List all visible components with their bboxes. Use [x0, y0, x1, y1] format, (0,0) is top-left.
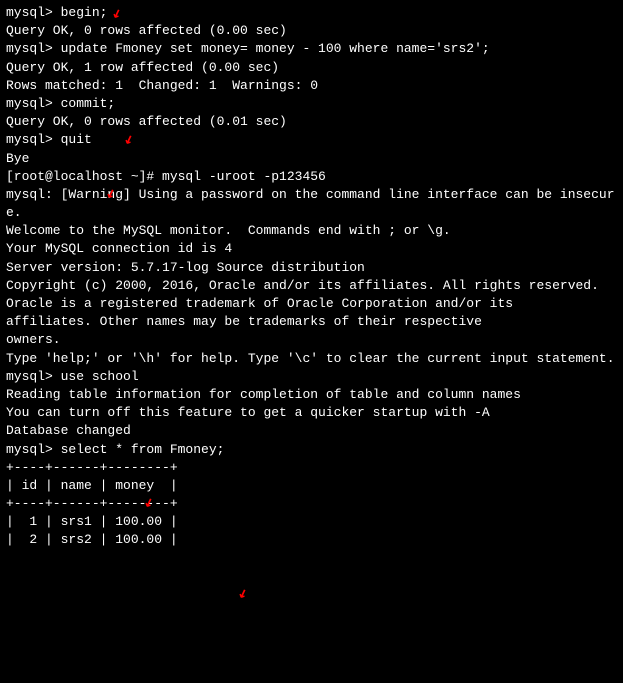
output-line: Query OK, 0 rows affected (0.01 sec) — [6, 113, 617, 131]
mysql-line: mysql> use school — [6, 368, 617, 386]
output-line: Query OK, 0 rows affected (0.00 sec) — [6, 22, 617, 40]
output-line: mysql: [Warning] Using a password on the… — [6, 186, 617, 222]
output-line: Type 'help;' or '\h' for help. Type '\c'… — [6, 350, 617, 368]
mysql-prompt: mysql> — [6, 41, 61, 56]
command-text: mysql -uroot -p123456 — [162, 169, 326, 184]
output-line: owners. — [6, 331, 617, 349]
output-line: Oracle is a registered trademark of Orac… — [6, 295, 617, 313]
mysql-line: mysql> commit; — [6, 95, 617, 113]
mysql-prompt: mysql> — [6, 442, 61, 457]
mysql-prompt: mysql> — [6, 96, 61, 111]
output-line: Reading table information for completion… — [6, 386, 617, 404]
output-line: Database changed — [6, 422, 617, 440]
output-line: Your MySQL connection id is 4 — [6, 240, 617, 258]
command-text: commit; — [61, 96, 116, 111]
mysql-line: mysql> begin; — [6, 4, 617, 22]
shell-line: [root@localhost ~]# mysql -uroot -p12345… — [6, 168, 617, 186]
output-line: You can turn off this feature to get a q… — [6, 404, 617, 422]
root-prompt: [root@localhost ~]# — [6, 169, 162, 184]
mysql-prompt: mysql> — [6, 5, 61, 20]
table-row: | 1 | srs1 | 100.00 | — [6, 513, 617, 531]
mysql-prompt: mysql> — [6, 369, 61, 384]
table-border: +----+------+--------+ — [6, 459, 617, 477]
terminal-window[interactable]: mysql> begin; Query OK, 0 rows affected … — [6, 4, 617, 550]
command-text: update Fmoney set money= money - 100 whe… — [61, 41, 490, 56]
mysql-prompt: mysql> — [6, 132, 61, 147]
command-text: use school — [61, 369, 139, 384]
mysql-line: mysql> update Fmoney set money= money - … — [6, 40, 617, 58]
output-line: affiliates. Other names may be trademark… — [6, 313, 617, 331]
table-header: | id | name | money | — [6, 477, 617, 495]
command-text: select * from Fmoney; — [61, 442, 225, 457]
table-row: | 2 | srs2 | 100.00 | — [6, 531, 617, 549]
output-line: Bye — [6, 150, 617, 168]
output-line: Copyright (c) 2000, 2016, Oracle and/or … — [6, 277, 617, 295]
mysql-line: mysql> select * from Fmoney; — [6, 441, 617, 459]
annotation-arrow-icon: ↙ — [234, 581, 251, 605]
output-line: Welcome to the MySQL monitor. Commands e… — [6, 222, 617, 240]
table-border: +----+------+--------+ — [6, 495, 617, 513]
output-line: Server version: 5.7.17-log Source distri… — [6, 259, 617, 277]
command-text: begin; — [61, 5, 108, 20]
mysql-line: mysql> quit — [6, 131, 617, 149]
output-line: Query OK, 1 row affected (0.00 sec) — [6, 59, 617, 77]
command-text: quit — [61, 132, 92, 147]
output-line: Rows matched: 1 Changed: 1 Warnings: 0 — [6, 77, 617, 95]
